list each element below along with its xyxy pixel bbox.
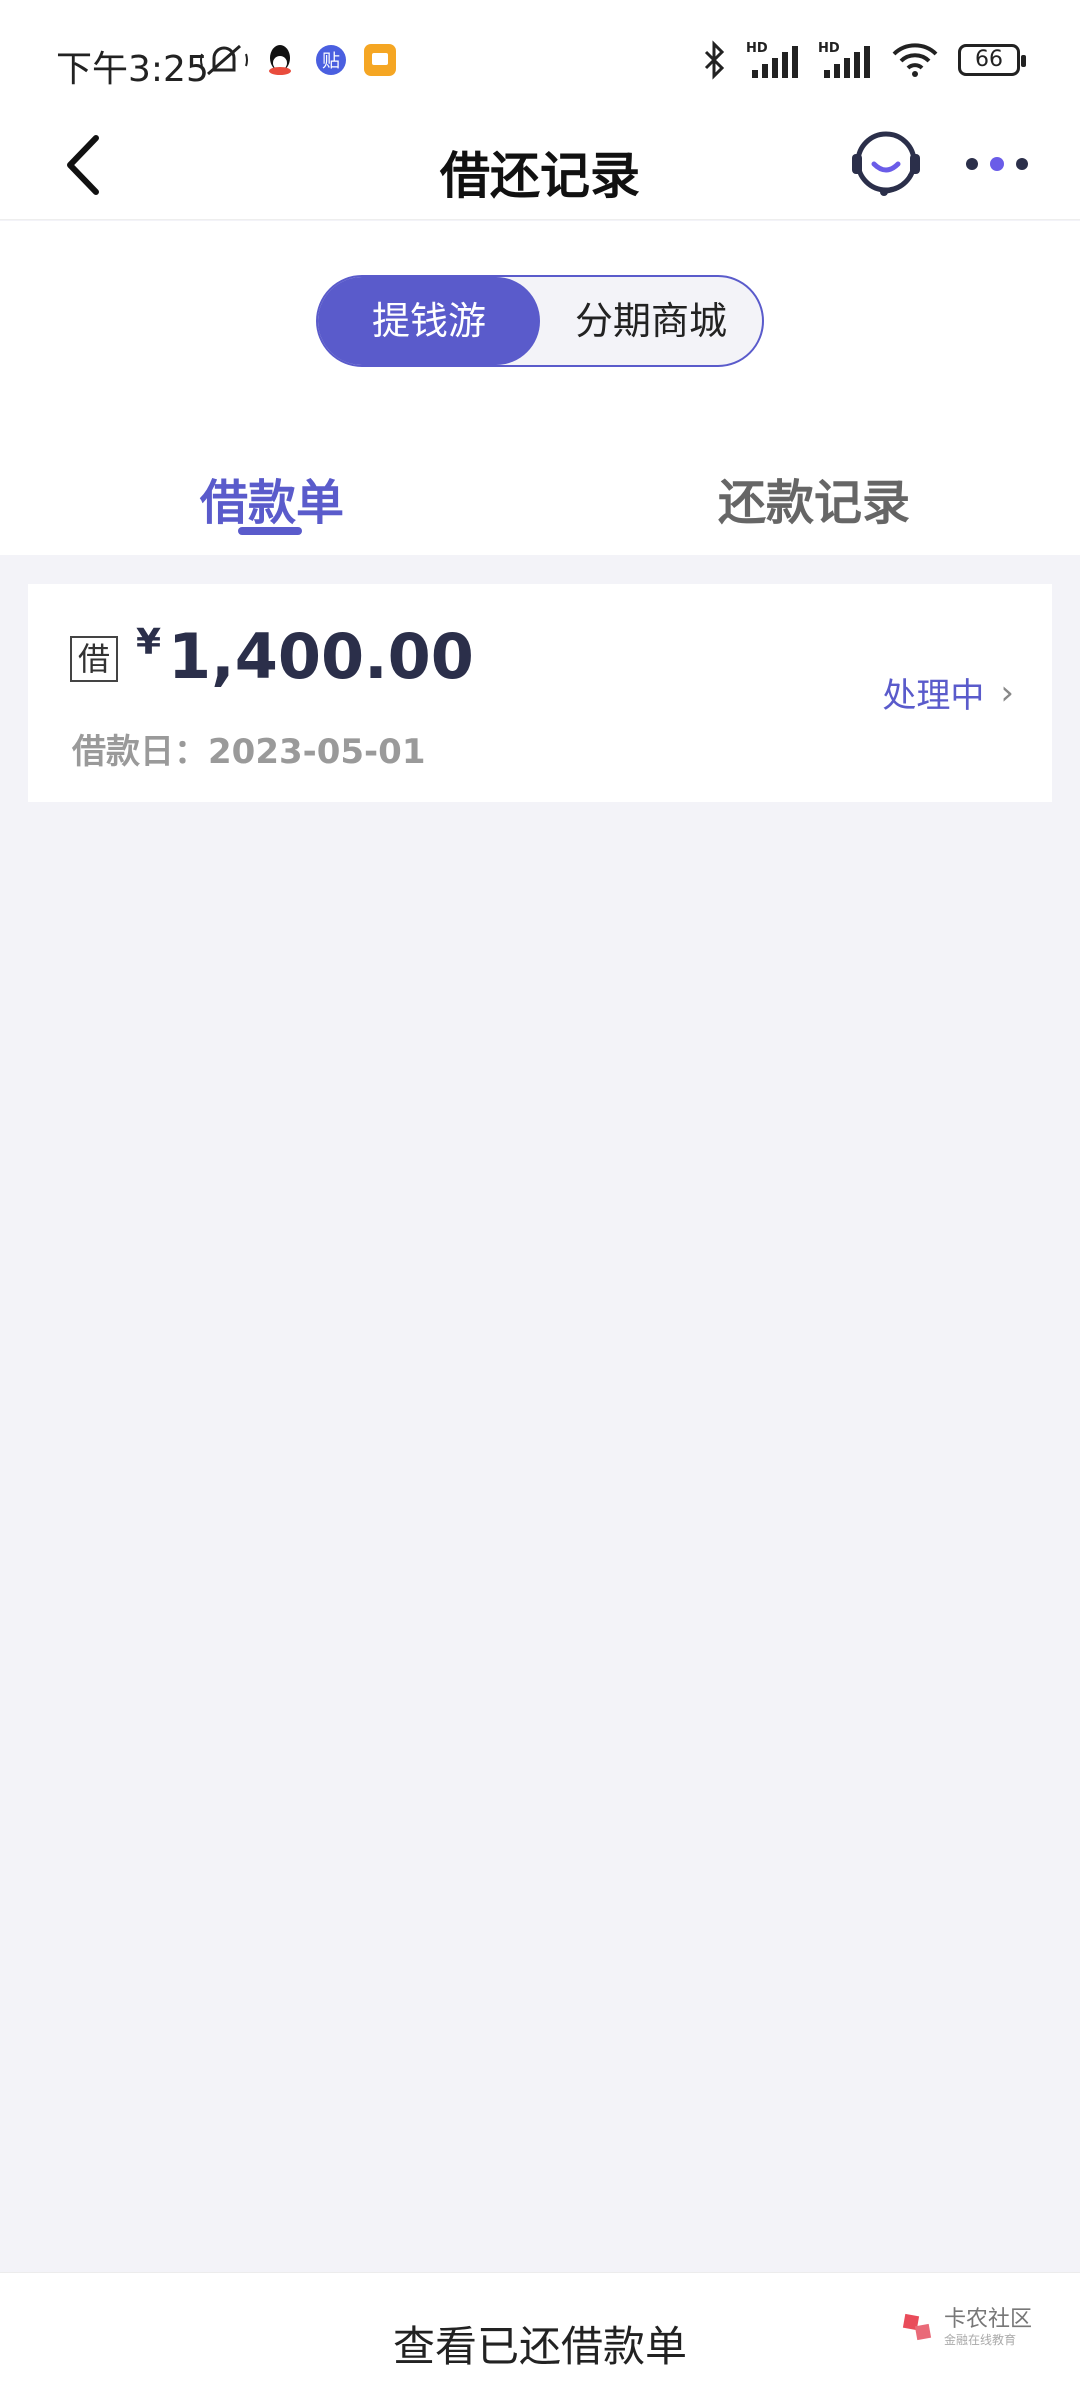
loan-status[interactable]: 处理中 › — [882, 668, 1014, 717]
chevron-right-icon: › — [1000, 672, 1014, 713]
loan-order-card[interactable]: 借 ¥ 1,400.00 借款日：2023-05-01 处理中 › — [28, 584, 1052, 802]
loan-status-label: 处理中 — [882, 676, 985, 716]
watermark-text: 卡农社区 — [944, 2307, 1033, 2332]
svg-text:贴: 贴 — [322, 51, 340, 72]
currency-symbol: ¥ — [136, 622, 162, 663]
tieba-icon: 贴 — [316, 45, 346, 75]
tab-repayment-records[interactable]: 还款记录 — [718, 463, 910, 533]
qq-icon — [269, 45, 291, 75]
active-tab-indicator — [238, 527, 302, 535]
status-time: 下午3:25 — [56, 49, 209, 90]
bluetooth-icon — [704, 40, 725, 80]
segment-tiqianyou[interactable]: 提钱游 — [318, 277, 540, 365]
loan-tag: 借 — [70, 636, 118, 682]
tab-loan-orders[interactable]: 借款单 — [200, 463, 344, 533]
signal-label-1: HD — [746, 41, 768, 56]
product-segment-control: 提钱游 分期商城 — [316, 275, 764, 367]
watermark-logo-icon — [902, 2313, 932, 2340]
watermark: 卡农社区 金融在线教育 — [900, 2309, 1032, 2348]
watermark-subtext: 金融在线教育 — [944, 2333, 1017, 2347]
signal-icon-2: HD — [818, 41, 870, 78]
status-bar: 下午3:25 贴 HD HD 66 — [0, 0, 1080, 110]
customer-service-icon[interactable] — [846, 124, 926, 204]
wifi-icon — [892, 43, 938, 77]
loan-date: 借款日：2023-05-01 — [72, 732, 426, 772]
signal-label-2: HD — [818, 41, 840, 56]
status-icons: HD HD 66 — [702, 38, 1026, 82]
battery-indicator: 66 — [958, 44, 1026, 76]
loan-amount: 1,400.00 — [168, 620, 474, 693]
mute-bell-icon — [200, 44, 248, 76]
filter-area: 提钱游 分期商城 借款单 还款记录 — [0, 221, 1080, 555]
message-app-icon — [364, 44, 396, 76]
signal-icon-1: HD — [746, 41, 798, 78]
bottom-bar: 查看已还借款单 卡农社区 金融在线教育 — [0, 2272, 1080, 2400]
app-header: 借还记录 — [0, 110, 1080, 220]
more-options-icon[interactable] — [962, 146, 1032, 182]
segment-installment-mall[interactable]: 分期商城 — [540, 277, 762, 365]
